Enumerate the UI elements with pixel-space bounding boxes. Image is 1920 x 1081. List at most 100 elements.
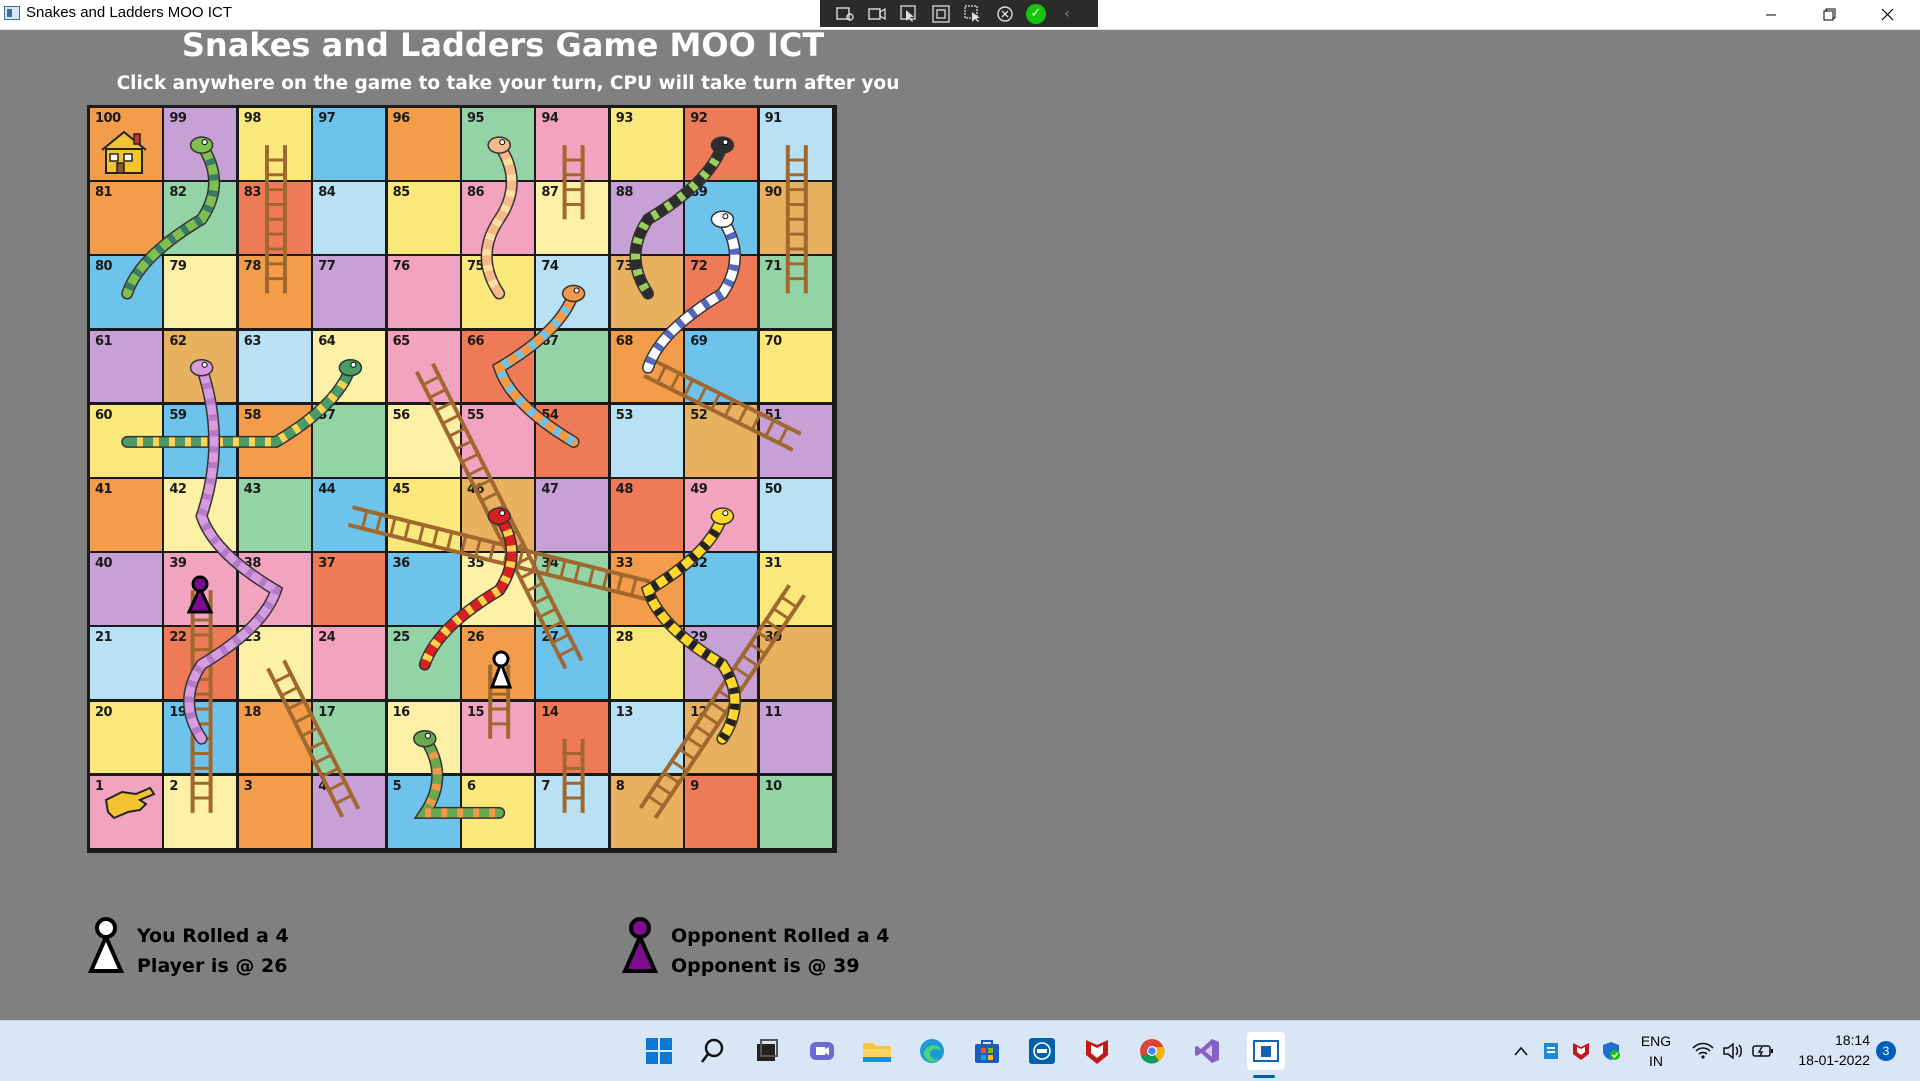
board-cell-29[interactable]: 29 xyxy=(685,627,758,700)
board-cell-21[interactable]: 21 xyxy=(90,627,162,700)
board-cell-18[interactable]: 18 xyxy=(238,701,311,774)
chat-icon[interactable] xyxy=(806,1035,838,1067)
board-cell-13[interactable]: 13 xyxy=(610,701,683,774)
board-cell-96[interactable]: 96 xyxy=(387,108,460,180)
board-cell-64[interactable]: 64 xyxy=(313,330,386,403)
board-cell-56[interactable]: 56 xyxy=(387,404,460,477)
tray-app-icon[interactable] xyxy=(1538,1035,1564,1067)
board-cell-22[interactable]: 22 xyxy=(164,627,237,700)
board-cell-98[interactable]: 98 xyxy=(238,108,311,180)
board-cell-49[interactable]: 49 xyxy=(685,479,758,551)
board-cell-15[interactable]: 15 xyxy=(462,701,534,774)
board-cell-52[interactable]: 52 xyxy=(685,404,758,477)
board-cell-59[interactable]: 59 xyxy=(164,404,237,477)
board-cell-45[interactable]: 45 xyxy=(387,479,460,551)
board-cell-34[interactable]: 34 xyxy=(536,553,609,625)
board-cell-58[interactable]: 58 xyxy=(238,404,311,477)
board-cell-67[interactable]: 67 xyxy=(536,330,609,403)
restore-button[interactable] xyxy=(1800,0,1858,29)
board-cell-90[interactable]: 90 xyxy=(759,182,832,254)
clock-date[interactable]: 18-01-2022 xyxy=(1790,1052,1870,1068)
board-cell-99[interactable]: 99 xyxy=(164,108,237,180)
board-cell-2[interactable]: 2 xyxy=(164,775,237,848)
board-cell-72[interactable]: 72 xyxy=(685,256,758,329)
battery-icon[interactable] xyxy=(1750,1035,1776,1067)
board-cell-47[interactable]: 47 xyxy=(536,479,609,551)
board-cell-27[interactable]: 27 xyxy=(536,627,609,700)
board-cell-16[interactable]: 16 xyxy=(387,701,460,774)
board-cell-31[interactable]: 31 xyxy=(759,553,832,625)
collapse-toolbar-icon[interactable]: ‹ xyxy=(1056,4,1078,24)
board-cell-81[interactable]: 81 xyxy=(90,182,162,254)
chrome-icon[interactable] xyxy=(1136,1035,1168,1067)
visual-studio-icon[interactable] xyxy=(1191,1035,1223,1067)
dell-icon[interactable] xyxy=(1026,1035,1058,1067)
board-cell-10[interactable]: 10 xyxy=(759,775,832,848)
mcafee-icon[interactable] xyxy=(1081,1035,1113,1067)
mcafee-tray-icon[interactable] xyxy=(1568,1035,1594,1067)
track-focused-element-icon[interactable] xyxy=(962,4,984,24)
select-element-icon[interactable] xyxy=(898,4,920,24)
clock-time[interactable]: 18:14 xyxy=(1790,1032,1870,1048)
board-cell-3[interactable]: 3 xyxy=(238,775,311,848)
hot-reload-status-icon[interactable]: ✓ xyxy=(1026,3,1046,24)
live-visual-tree-icon[interactable] xyxy=(834,4,856,24)
record-icon[interactable] xyxy=(866,4,888,24)
board-cell-33[interactable]: 33 xyxy=(610,553,683,625)
board-grid[interactable]: 100 99 98 97 96 95 94 93 92 91 81 82 83 84 85 86 87 88 89 9… xyxy=(90,108,834,850)
board-cell-30[interactable]: 30 xyxy=(759,627,832,700)
board-cell-61[interactable]: 61 xyxy=(90,330,162,403)
board-cell-4[interactable]: 4 xyxy=(313,775,386,848)
board-cell-95[interactable]: 95 xyxy=(462,108,534,180)
board-cell-75[interactable]: 75 xyxy=(462,256,534,329)
board-cell-78[interactable]: 78 xyxy=(238,256,311,329)
board-cell-28[interactable]: 28 xyxy=(610,627,683,700)
board-cell-91[interactable]: 91 xyxy=(759,108,832,180)
board-cell-35[interactable]: 35 xyxy=(462,553,534,625)
wifi-icon[interactable] xyxy=(1690,1035,1716,1067)
board-cell-5[interactable]: 5 xyxy=(387,775,460,848)
board-cell-19[interactable]: 19 xyxy=(164,701,237,774)
board-cell-12[interactable]: 12 xyxy=(685,701,758,774)
chevron-up-icon[interactable] xyxy=(1508,1035,1534,1067)
board-cell-42[interactable]: 42 xyxy=(164,479,237,551)
search-icon[interactable] xyxy=(697,1035,729,1067)
notification-badge[interactable]: 3 xyxy=(1876,1041,1896,1061)
board-cell-89[interactable]: 89 xyxy=(685,182,758,254)
windows-start-icon[interactable] xyxy=(643,1035,675,1067)
board-cell-46[interactable]: 46 xyxy=(462,479,534,551)
board-cell-32[interactable]: 32 xyxy=(685,553,758,625)
board-cell-79[interactable]: 79 xyxy=(164,256,237,329)
board-cell-8[interactable]: 8 xyxy=(610,775,683,848)
board-cell-92[interactable]: 92 xyxy=(685,108,758,180)
board-cell-6[interactable]: 6 xyxy=(462,775,534,848)
board-cell-80[interactable]: 80 xyxy=(90,256,162,329)
board-cell-54[interactable]: 54 xyxy=(536,404,609,477)
board-cell-86[interactable]: 86 xyxy=(462,182,534,254)
hot-reload-icon[interactable] xyxy=(994,4,1016,24)
board-cell-43[interactable]: 43 xyxy=(238,479,311,551)
board-cell-71[interactable]: 71 xyxy=(759,256,832,329)
file-explorer-icon[interactable] xyxy=(861,1035,893,1067)
board-cell-83[interactable]: 83 xyxy=(238,182,311,254)
minimize-button[interactable] xyxy=(1742,0,1800,29)
board-cell-76[interactable]: 76 xyxy=(387,256,460,329)
board-cell-62[interactable]: 62 xyxy=(164,330,237,403)
close-button[interactable] xyxy=(1858,0,1916,29)
volume-icon[interactable] xyxy=(1720,1035,1746,1067)
board-cell-87[interactable]: 87 xyxy=(536,182,609,254)
store-icon[interactable] xyxy=(971,1035,1003,1067)
board-cell-66[interactable]: 66 xyxy=(462,330,534,403)
board-cell-82[interactable]: 82 xyxy=(164,182,237,254)
board-cell-53[interactable]: 53 xyxy=(610,404,683,477)
board-cell-14[interactable]: 14 xyxy=(536,701,609,774)
edge-icon[interactable] xyxy=(916,1035,948,1067)
board-cell-88[interactable]: 88 xyxy=(610,182,683,254)
board-cell-1[interactable]: 1 xyxy=(90,775,162,848)
game-window-icon[interactable] xyxy=(1247,1032,1285,1070)
board-cell-20[interactable]: 20 xyxy=(90,701,162,774)
board-cell-73[interactable]: 73 xyxy=(610,256,683,329)
region-indicator[interactable]: IN xyxy=(1636,1053,1676,1069)
board-cell-50[interactable]: 50 xyxy=(759,479,832,551)
board-cell-17[interactable]: 17 xyxy=(313,701,386,774)
